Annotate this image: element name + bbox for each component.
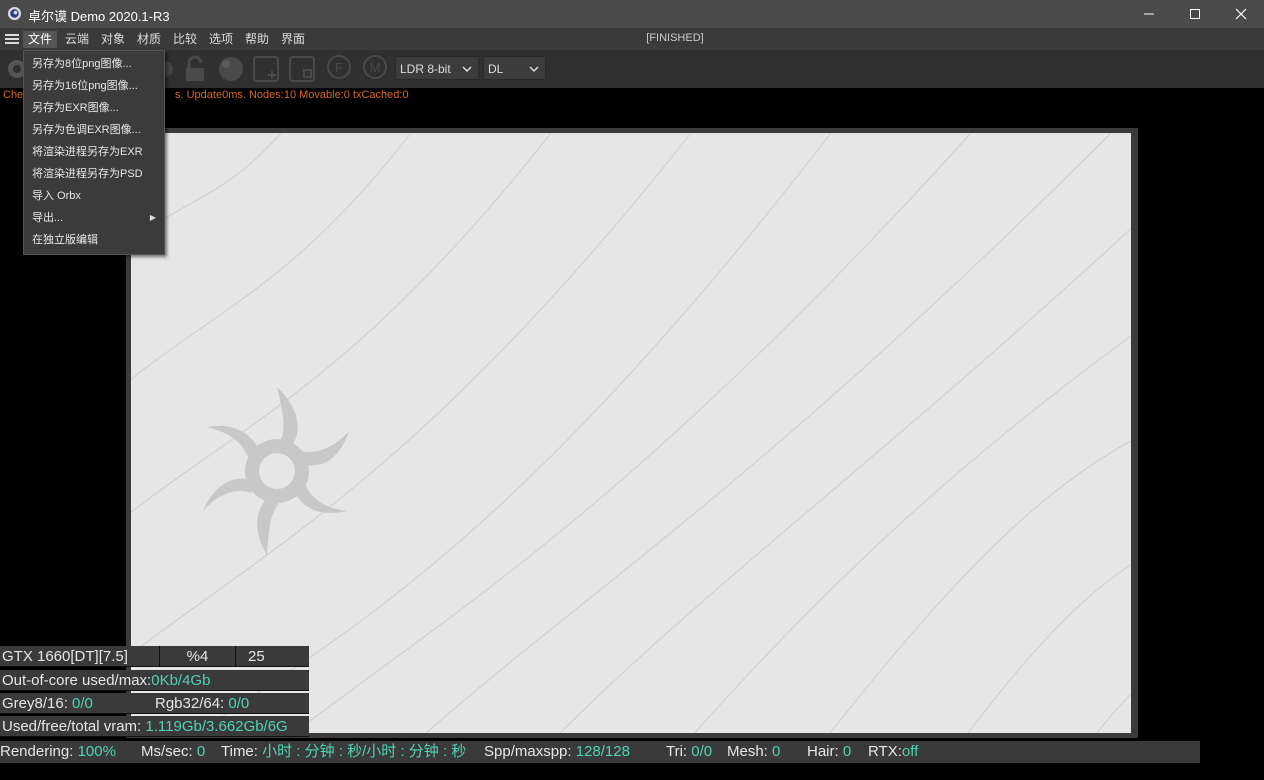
hair-count: Hair: 0 — [807, 741, 851, 763]
tri-value: 0/0 — [691, 743, 713, 760]
region-render-icon[interactable] — [288, 54, 318, 84]
mesh-count: Mesh: 0 — [727, 741, 780, 763]
ldr-bitdepth-select[interactable]: LDR 8-bit — [395, 56, 479, 80]
svg-text:M: M — [370, 60, 381, 75]
texture-count-row: Grey8/16: 0/0 Rgb32/64: 0/0 — [0, 693, 309, 714]
rgb-label: Rgb32/64: — [155, 695, 229, 712]
focus-picker-icon[interactable]: F — [324, 54, 354, 84]
kernel-value: DL — [488, 62, 504, 76]
mssec-value: 0 — [196, 743, 206, 760]
rtx-value: off — [901, 743, 919, 760]
hair-label: Hair: — [807, 743, 843, 760]
save-render-passes-exr-item[interactable]: 将渲染进程另存为EXR — [24, 141, 164, 163]
minimize-icon — [1144, 13, 1154, 15]
gpu-usage-percent: %4 — [160, 646, 236, 667]
samples-per-pixel: Spp/maxspp: 128/128 — [484, 741, 630, 763]
vram-value: 1.119Gb/3.662Gb/6G — [145, 718, 288, 735]
ooc-value: 0Kb/4Gb — [151, 672, 211, 689]
rendering-progress: Rendering: 100% — [0, 741, 116, 763]
vram-label: Used/free/total vram: — [2, 718, 146, 735]
render-viewport[interactable] — [131, 133, 1131, 733]
svg-text:F: F — [335, 60, 343, 75]
render-info-prefix: Che — [3, 89, 24, 101]
hair-value: 0 — [842, 743, 852, 760]
app-logo-icon — [7, 6, 22, 21]
time-label: Time: — [221, 743, 263, 760]
ldr-bitdepth-value: LDR 8-bit — [400, 62, 451, 76]
edit-in-standalone-item[interactable]: 在独立版编辑 — [24, 229, 164, 251]
gpu-name: GTX 1660[DT][7.5] — [0, 646, 160, 667]
save-exr-item[interactable]: 另存为EXR图像... — [24, 97, 164, 119]
add-region-icon[interactable] — [252, 54, 282, 84]
maximize-icon — [1190, 9, 1200, 19]
ms-per-sec: Ms/sec: 0 — [141, 741, 205, 763]
rtx-status: RTX:off — [868, 741, 918, 763]
menu-bar: 文件 云端 对象 材质 比较 选项 帮助 界面 [FINISHED] — [0, 28, 1264, 50]
rtx-label: RTX: — [868, 743, 902, 760]
submenu-arrow-icon: ▶ — [149, 213, 156, 222]
grey-label: Grey8/16: — [2, 695, 73, 712]
time-value: 小时 : 分钟 : 秒/小时 : 分钟 : 秒 — [262, 743, 467, 760]
kernel-select[interactable]: DL — [483, 56, 546, 80]
material-picker-icon[interactable]: M — [360, 54, 390, 84]
render-info-line: s. Update0ms. Nodes:10 Movable:0 txCache… — [175, 89, 409, 101]
close-button[interactable] — [1218, 0, 1264, 28]
window-title: 卓尔谟 Demo 2020.1-R3 — [28, 9, 170, 24]
toolbar: F M — [0, 50, 1264, 88]
save-16bit-png-item[interactable]: 另存为16位png图像... — [24, 75, 164, 97]
vram-row: Used/free/total vram: 1.119Gb/3.662Gb/6G — [0, 716, 309, 737]
maximize-button[interactable] — [1172, 0, 1218, 28]
lock-icon[interactable] — [180, 54, 210, 84]
title-bar: 卓尔谟 Demo 2020.1-R3 — [0, 0, 1264, 28]
viewport-background-pattern — [131, 133, 1131, 733]
mssec-label: Ms/sec: — [141, 743, 197, 760]
rgb-texture-stat: Rgb32/64: 0/0 — [155, 693, 250, 713]
rendering-value: 100% — [77, 743, 116, 760]
rendering-label: Rendering: — [0, 743, 78, 760]
render-statistics-bar: Rendering: 100% Ms/sec: 0 Time: 小时 : 分钟 … — [0, 741, 1200, 763]
spp-label: Spp/maxspp: — [484, 743, 576, 760]
save-8bit-png-item[interactable]: 另存为8位png图像... — [24, 53, 164, 75]
octane-watermark-icon — [203, 387, 349, 555]
rgb-value: 0/0 — [228, 695, 250, 712]
export-label: 导出... — [32, 212, 64, 224]
render-status: [FINISHED] — [646, 32, 704, 44]
chevron-down-icon — [529, 57, 539, 89]
ooc-label: Out-of-core used/max: — [2, 672, 152, 689]
save-render-passes-psd-item[interactable]: 将渲染进程另存为PSD — [24, 163, 164, 185]
save-tonemapped-exr-item[interactable]: 另存为色调EXR图像... — [24, 119, 164, 141]
mesh-value: 0 — [772, 743, 781, 760]
file-menu-dropdown: 另存为8位png图像... 另存为16位png图像... 另存为EXR图像...… — [23, 50, 165, 255]
spp-value: 128/128 — [575, 743, 630, 760]
gpu-temperature: 25 — [236, 646, 309, 667]
minimize-button[interactable] — [1126, 0, 1172, 28]
tri-label: Tri: — [666, 743, 692, 760]
render-time: Time: 小时 : 分钟 : 秒/小时 : 分钟 : 秒 — [221, 741, 466, 763]
import-orbx-item[interactable]: 导入 Orbx — [24, 185, 164, 207]
chevron-down-icon — [462, 57, 472, 89]
triangle-count: Tri: 0/0 — [666, 741, 712, 763]
grey-value: 0/0 — [72, 695, 93, 712]
export-submenu-item[interactable]: 导出... ▶ — [24, 207, 164, 229]
close-icon — [1235, 8, 1247, 20]
mesh-label: Mesh: — [727, 743, 773, 760]
out-of-core-row: Out-of-core used/max:0Kb/4Gb — [0, 670, 309, 691]
sphere-icon[interactable] — [216, 54, 246, 84]
